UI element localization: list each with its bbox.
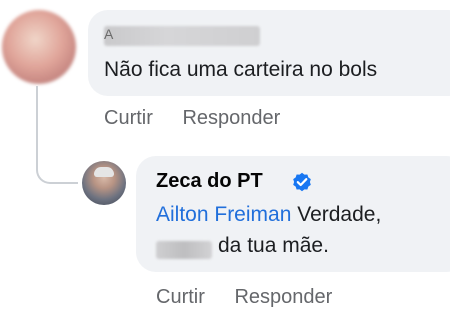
- redacted-author-initial: A: [104, 26, 114, 42]
- reply-text-start: Verdade,: [297, 203, 382, 226]
- reply-author-name[interactable]: Zeca do PT: [156, 170, 263, 193]
- redacted-author-name[interactable]: [104, 26, 260, 46]
- comment-bubble: [88, 10, 450, 96]
- thread-connector-line: [36, 86, 78, 184]
- comment-thread: A Não fica uma carteira no bols Curtir R…: [0, 0, 450, 320]
- verified-badge-icon: [293, 172, 311, 192]
- reply-text-line-1: Ailton Freiman Verdade,: [156, 203, 381, 227]
- avatar-hair-detail: [94, 167, 114, 177]
- comment-text: Não fica uma carteira no bols: [104, 58, 378, 81]
- comment-actions: Curtir Responder: [104, 107, 280, 130]
- reply-text-line-2: da tua mãe.: [218, 234, 329, 257]
- reply-button[interactable]: Responder: [182, 107, 280, 130]
- reply-button[interactable]: Responder: [234, 286, 332, 309]
- redacted-word: [156, 241, 212, 259]
- reply-actions: Curtir Responder: [156, 286, 332, 309]
- commenter-avatar[interactable]: [2, 10, 76, 84]
- mention-link[interactable]: Ailton Freiman: [156, 203, 291, 226]
- like-button[interactable]: Curtir: [104, 107, 153, 130]
- like-button[interactable]: Curtir: [156, 286, 205, 309]
- reply-author-avatar[interactable]: [82, 161, 126, 205]
